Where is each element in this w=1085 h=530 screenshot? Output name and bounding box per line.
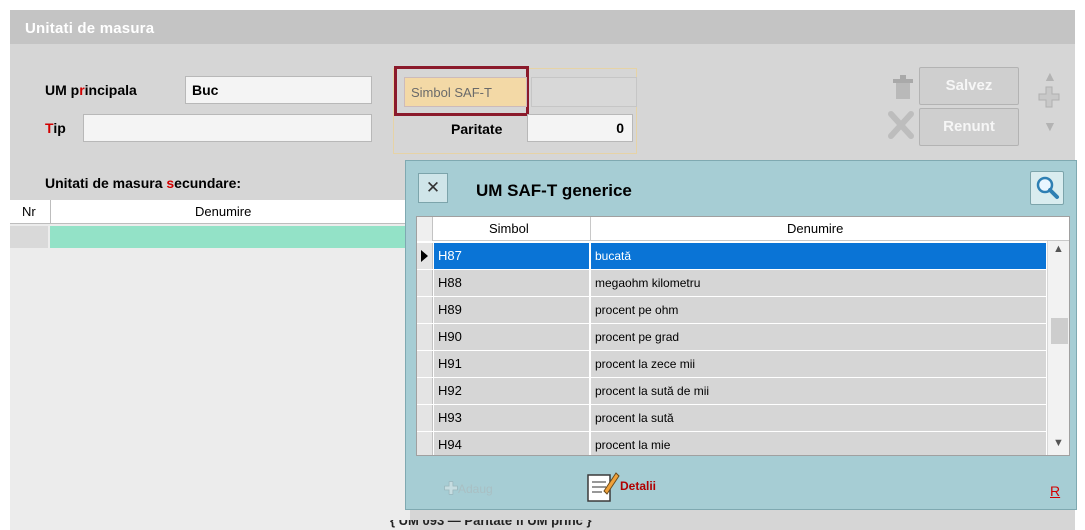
paritate-field[interactable]: 0 (527, 114, 633, 142)
paritate-label: Paritate (451, 121, 503, 137)
secondary-units-title: Unitati de masura secundare: (45, 175, 242, 191)
table-row[interactable]: H88 megaohm kilometru (417, 270, 1046, 296)
table-row[interactable]: H93 procent la sută (417, 405, 1046, 431)
cancel-button[interactable]: Renunt (919, 108, 1019, 146)
r-link[interactable]: R (1050, 483, 1060, 499)
add-button-label: Adaug (458, 482, 493, 496)
scroll-up-icon[interactable]: ▲ (1053, 243, 1064, 255)
column-header-denumire: Denumire (787, 221, 844, 236)
search-icon[interactable] (1030, 171, 1064, 205)
cell-simbol[interactable]: H94 (434, 432, 590, 455)
tip-label: Tip (45, 120, 66, 136)
saft-popup: ✕ UM SAF-T generice Simbol Denumire H87 … (405, 160, 1077, 510)
details-button[interactable]: Detalii (584, 469, 656, 505)
scroll-thumb[interactable] (1051, 318, 1068, 344)
cell-denumire[interactable]: procent pe ohm (591, 297, 1046, 323)
popup-title: UM SAF-T generice (476, 181, 632, 200)
table-row[interactable] (10, 226, 410, 248)
cell-denumire[interactable]: procent pe grad (591, 324, 1046, 350)
cell-simbol[interactable]: H91 (434, 351, 590, 377)
column-header-denumire: Denumire (195, 204, 252, 219)
cell-denumire[interactable]: megaohm kilometru (591, 270, 1046, 296)
cell-denumire[interactable]: procent la zece mii (591, 351, 1046, 377)
column-divider (50, 200, 51, 224)
secondary-units-grid[interactable]: Nr Denumire (10, 200, 410, 530)
scroll-down-icon[interactable]: ▼ (1053, 437, 1064, 449)
close-icon[interactable]: ✕ (418, 173, 448, 203)
arrow-down-icon[interactable]: ▼ (1043, 118, 1057, 134)
cell-denumire[interactable]: procent la sută (591, 405, 1046, 431)
cell-denumire[interactable]: procent la sută de mii (591, 378, 1046, 404)
cell-denumire[interactable]: bucată (591, 243, 1046, 269)
um-principala-label: UM principala (45, 82, 137, 98)
table-row[interactable]: H91 procent la zece mii (417, 351, 1046, 377)
column-header-simbol: Simbol (489, 221, 529, 236)
row-indicator (417, 324, 433, 350)
vertical-scrollbar[interactable]: ▲ ▼ (1047, 241, 1069, 455)
tip-field[interactable] (83, 114, 372, 142)
add-button[interactable]: Adaug (444, 481, 493, 496)
um-principala-field[interactable]: Buc (185, 76, 372, 104)
arrow-up-icon[interactable]: ▲ (1043, 68, 1057, 84)
saft-symbol-button[interactable]: Simbol SAF-T (404, 77, 527, 107)
cancel-x-icon[interactable] (887, 110, 915, 146)
table-row[interactable]: H89 procent pe ohm (417, 297, 1046, 323)
cell-simbol[interactable]: H87 (434, 243, 590, 269)
cell-simbol[interactable]: H92 (434, 378, 590, 404)
cell-simbol[interactable]: H89 (434, 297, 590, 323)
row-indicator (417, 378, 433, 404)
cell-denumire[interactable]: procent la mie (591, 432, 1046, 455)
row-indicator (417, 270, 433, 296)
cell-simbol[interactable]: H90 (434, 324, 590, 350)
plus-icon[interactable] (1038, 86, 1060, 114)
cut-off-text: { UM 093 — Paritate fi UM princ } (390, 520, 592, 528)
window-title: Unitati de masura (25, 20, 155, 37)
table-row[interactable]: H92 procent la sută de mii (417, 378, 1046, 404)
row-indicator (417, 405, 433, 431)
row-pointer-icon (417, 243, 433, 269)
title-bar: Unitati de masura (10, 10, 1075, 44)
column-divider (590, 217, 591, 241)
cell-simbol[interactable]: H88 (434, 270, 590, 296)
saft-table-header: Simbol Denumire (417, 217, 1069, 241)
column-header-nr: Nr (22, 204, 36, 219)
header-indicator (417, 217, 433, 241)
secondary-grid-header: Nr Denumire (10, 200, 410, 224)
row-indicator (417, 297, 433, 323)
table-row[interactable]: H90 procent pe grad (417, 324, 1046, 350)
details-icon (587, 472, 620, 502)
table-row[interactable]: H87 bucată (417, 243, 1046, 269)
saft-table[interactable]: Simbol Denumire H87 bucată H88 megaohm k… (416, 216, 1070, 456)
new-row-cell[interactable] (50, 226, 410, 248)
row-indicator (10, 226, 48, 248)
cell-simbol[interactable]: H93 (434, 405, 590, 431)
details-button-label: Detalii (620, 479, 657, 494)
table-row[interactable]: H94 procent la mie (417, 432, 1046, 455)
row-indicator (417, 351, 433, 377)
trash-icon[interactable] (890, 74, 916, 108)
row-indicator (417, 432, 433, 455)
save-button[interactable]: Salvez (919, 67, 1019, 105)
saft-symbol-field[interactable] (531, 77, 637, 107)
